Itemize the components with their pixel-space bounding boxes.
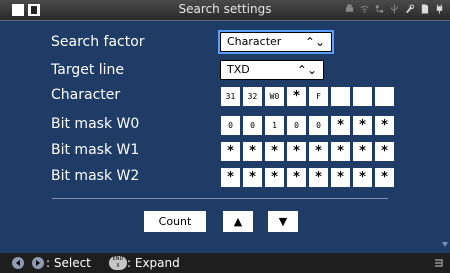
bit-cell[interactable]: * [353, 116, 372, 135]
character-label: Character [51, 87, 121, 103]
scroll-down-indicator-icon [442, 242, 448, 247]
search-factor-label: Search factor [51, 34, 145, 50]
bit-mask-w1-cells: * * * * * * * * [221, 142, 394, 161]
bit-cell[interactable]: * [287, 142, 306, 161]
bit-cell[interactable]: * [375, 116, 394, 135]
bit-cell[interactable]: * [331, 116, 350, 135]
settings-panel: Search factor Character ⌃⌄ Target line T… [0, 21, 450, 253]
bit-cell[interactable]: * [375, 168, 394, 187]
character-cell[interactable]: 32 [243, 87, 262, 106]
usb-icon [391, 4, 398, 14]
bit-cell[interactable]: 0 [309, 116, 328, 135]
bit-cell[interactable]: * [353, 168, 372, 187]
bit-mask-w1-label: Bit mask W1 [51, 142, 140, 158]
end-key-icon: END X [109, 256, 127, 270]
bit-cell[interactable]: * [331, 168, 350, 187]
sd-card-icon [421, 4, 429, 14]
character-cell[interactable] [331, 87, 350, 106]
bit-cell[interactable]: 0 [243, 116, 262, 135]
character-cell[interactable]: F [309, 87, 328, 106]
bit-cell[interactable]: * [221, 168, 240, 187]
search-factor-value: Character [227, 35, 282, 48]
end-key-label: END [112, 256, 124, 262]
bit-cell[interactable]: * [243, 168, 262, 187]
bit-cell[interactable]: 0 [221, 116, 240, 135]
network-icon [375, 5, 384, 13]
bit-cell[interactable]: * [353, 142, 372, 161]
down-arrow-icon: ▼ [278, 215, 288, 228]
bit-mask-w2-cells: * * * * * * * * [221, 168, 394, 187]
updown-chevron-icon: ⌃⌄ [304, 35, 325, 49]
bit-mask-w0-label: Bit mask W0 [51, 116, 140, 132]
footer-hints: : Select END X : Expand [0, 253, 450, 273]
updown-chevron-icon: ⌃⌄ [296, 63, 317, 77]
end-key-sub: X [116, 263, 120, 269]
status-icons [345, 3, 444, 15]
bit-cell[interactable]: * [265, 168, 284, 187]
target-line-label: Target line [51, 62, 125, 78]
character-cell[interactable] [375, 87, 394, 106]
bit-cell[interactable]: 1 [265, 116, 284, 135]
character-cell[interactable]: W0 [265, 87, 284, 106]
right-key-icon [32, 257, 44, 269]
expand-hint: : Expand [127, 256, 180, 270]
bit-mask-w0-cells: 0 0 1 0 0 * * * [221, 116, 394, 135]
character-cell[interactable]: 31 [221, 87, 240, 106]
bit-cell[interactable]: * [309, 142, 328, 161]
count-button[interactable]: Count [144, 211, 206, 232]
select-hint: : Select [46, 256, 91, 270]
character-cell[interactable]: * [287, 87, 306, 106]
target-line-select[interactable]: TXD ⌃⌄ [220, 60, 324, 80]
divider [52, 198, 388, 199]
search-factor-select[interactable]: Character ⌃⌄ [218, 30, 334, 54]
bit-mask-w2-label: Bit mask W2 [51, 168, 140, 184]
plug-icon [436, 4, 443, 14]
up-button[interactable]: ▲ [223, 211, 253, 232]
title-bar: Search settings [0, 0, 450, 21]
bit-cell[interactable]: * [331, 142, 350, 161]
menu-lines-icon[interactable] [434, 257, 444, 269]
bit-cell[interactable]: 0 [287, 116, 306, 135]
target-line-value: TXD [227, 63, 250, 76]
bit-cell[interactable]: * [243, 142, 262, 161]
bit-cell[interactable]: * [309, 168, 328, 187]
left-key-icon [12, 257, 24, 269]
bit-cell[interactable]: * [221, 142, 240, 161]
bit-cell[interactable]: * [287, 168, 306, 187]
bit-cell[interactable]: * [265, 142, 284, 161]
tool-icon [406, 4, 414, 14]
character-cells: 31 32 W0 * F [221, 87, 394, 106]
character-cell[interactable] [353, 87, 372, 106]
printer-icon [345, 4, 354, 12]
up-arrow-icon: ▲ [233, 215, 243, 228]
bit-cell[interactable]: * [375, 142, 394, 161]
wifi-icon [360, 5, 369, 13]
down-button[interactable]: ▼ [268, 211, 298, 232]
